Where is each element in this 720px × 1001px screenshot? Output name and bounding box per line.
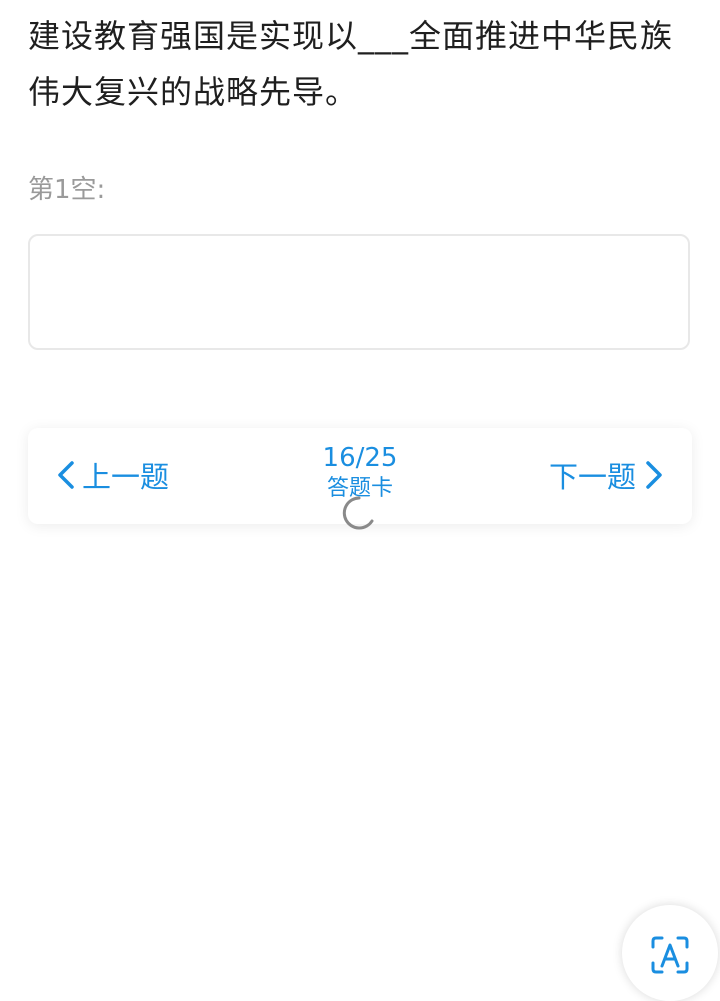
answer-input[interactable] bbox=[28, 234, 690, 350]
chevron-right-icon bbox=[646, 461, 662, 489]
prev-question-label: 上一题 bbox=[82, 460, 170, 494]
text-recognition-button[interactable] bbox=[622, 905, 718, 1001]
question-progress: 16/25 bbox=[322, 443, 398, 473]
prev-question-button[interactable]: 上一题 bbox=[56, 454, 169, 496]
loading-spinner-icon bbox=[342, 496, 374, 530]
blank-label: 第1空: bbox=[28, 175, 106, 205]
chevron-left-icon bbox=[58, 461, 74, 489]
text-recognition-icon bbox=[651, 936, 689, 974]
next-question-label: 下一题 bbox=[548, 460, 636, 494]
question-text: 建设教育强国是实现以___全面推进中华民族伟大复兴的战略先导。 bbox=[28, 17, 674, 111]
next-question-button[interactable]: 下一题 bbox=[549, 454, 664, 496]
